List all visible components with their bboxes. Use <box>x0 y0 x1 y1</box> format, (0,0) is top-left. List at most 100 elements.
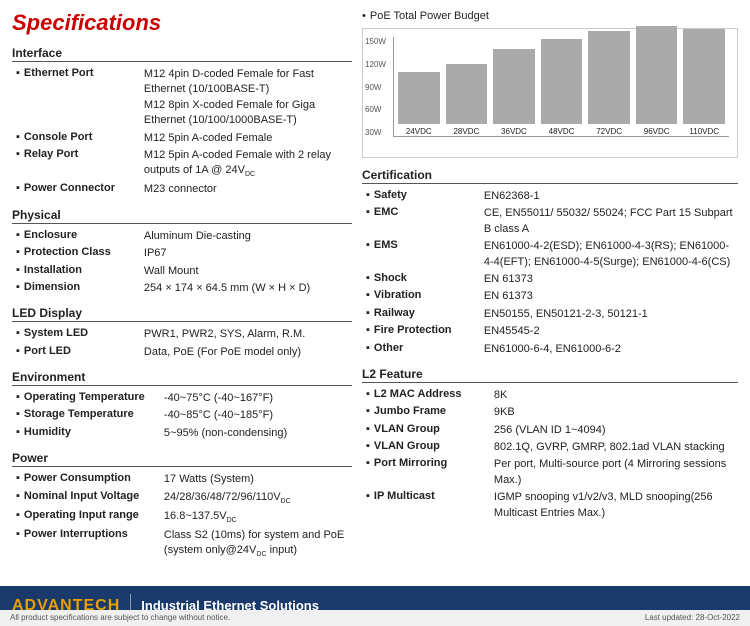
bullet-icon: ▪ <box>16 67 20 79</box>
certification-header: Certification <box>362 168 738 184</box>
bullet-icon: ▪ <box>366 239 370 251</box>
bullet-icon: ▪ <box>366 423 370 435</box>
dimension-row: ▪ Dimension 254 × 174 × 64.5 mm (W × H ×… <box>12 281 352 296</box>
bar-96vdc-label: 96VDC <box>644 127 670 136</box>
bullet-icon: ▪ <box>366 272 370 284</box>
chart-title: PoE Total Power Budget <box>362 10 738 22</box>
bar-36vdc-label: 36VDC <box>501 127 527 136</box>
bullet-icon: ▪ <box>16 264 20 276</box>
bar-24vdc: 24VDC <box>398 72 440 136</box>
bullet-icon: ▪ <box>16 472 20 484</box>
bar-28vdc-label: 28VDC <box>453 127 479 136</box>
port-mirroring-row: ▪ Port Mirroring Per port, Multi-source … <box>362 457 738 488</box>
ems-label: EMS <box>374 239 484 251</box>
console-port-row: ▪ Console Port M12 5pin A-coded Female <box>12 131 352 146</box>
storage-temp-label: Storage Temperature <box>24 408 164 420</box>
power-consumption-row: ▪ Power Consumption 17 Watts (System) <box>12 472 352 487</box>
port-led-row: ▪ Port LED Data, PoE (For PoE model only… <box>12 345 352 360</box>
railway-label: Railway <box>374 307 484 319</box>
bullet-icon: ▪ <box>16 391 20 403</box>
led-section: LED Display ▪ System LED PWR1, PWR2, SYS… <box>12 306 352 360</box>
bullet-icon: ▪ <box>16 281 20 293</box>
bullet-icon: ▪ <box>366 405 370 417</box>
operating-temp-label: Operating Temperature <box>24 391 164 403</box>
bullet-icon: ▪ <box>366 189 370 201</box>
humidity-row: ▪ Humidity 5~95% (non-condensing) <box>12 426 352 441</box>
bar-28vdc: 28VDC <box>446 64 488 136</box>
page-title: Specifications <box>12 10 352 36</box>
bullet-icon: ▪ <box>16 490 20 502</box>
enclosure-label: Enclosure <box>24 229 144 241</box>
humidity-value: 5~95% (non-condensing) <box>164 426 352 441</box>
bar-36vdc-rect <box>493 49 535 124</box>
interface-header: Interface <box>12 46 352 62</box>
port-led-label: Port LED <box>24 345 144 357</box>
certification-section: Certification ▪ Safety EN62368-1 ▪ EMC C… <box>362 168 738 357</box>
bar-110vdc-label: 110VDC <box>689 127 719 136</box>
bullet-icon: ▪ <box>16 528 20 540</box>
bar-48vdc-rect <box>541 39 583 124</box>
operating-temp-value: -40~75°C (-40~167°F) <box>164 391 352 406</box>
bullet-icon: ▪ <box>366 490 370 502</box>
environment-header: Environment <box>12 370 352 386</box>
shock-value: EN 61373 <box>484 272 738 287</box>
bar-110vdc: 110VDC <box>683 29 725 136</box>
environment-section: Environment ▪ Operating Temperature -40~… <box>12 370 352 441</box>
right-column: PoE Total Power Budget 30W 60W 90W 120W … <box>362 10 738 566</box>
humidity-label: Humidity <box>24 426 164 438</box>
installation-row: ▪ Installation Wall Mount <box>12 264 352 279</box>
port-led-value: Data, PoE (For PoE model only) <box>144 345 352 360</box>
power-consumption-value: 17 Watts (System) <box>164 472 352 487</box>
fire-protection-label: Fire Protection <box>374 324 484 336</box>
interface-section: Interface ▪ Ethernet Port M12 4pin D-cod… <box>12 46 352 198</box>
relay-port-value: M12 5pin A-coded Female with 2 relay out… <box>144 148 352 180</box>
system-led-label: System LED <box>24 327 144 339</box>
system-led-row: ▪ System LED PWR1, PWR2, SYS, Alarm, R.M… <box>12 327 352 342</box>
physical-header: Physical <box>12 208 352 224</box>
bullet-icon: ▪ <box>16 131 20 143</box>
storage-temp-row: ▪ Storage Temperature -40~85°C (-40~185°… <box>12 408 352 423</box>
bar-72vdc-label: 72VDC <box>596 127 622 136</box>
jumbo-frame-label: Jumbo Frame <box>374 405 494 417</box>
bar-72vdc-rect <box>588 31 630 124</box>
bar-72vdc: 72VDC <box>588 31 630 136</box>
l2-feature-section: L2 Feature ▪ L2 MAC Address 8K ▪ Jumbo F… <box>362 367 738 521</box>
chart-bars: 24VDC 28VDC 36VDC 48VDC <box>393 37 729 137</box>
safety-row: ▪ Safety EN62368-1 <box>362 189 738 204</box>
nominal-voltage-value: 24/28/36/48/72/96/110VDC <box>164 490 352 507</box>
power-connector-label: Power Connector <box>24 182 144 194</box>
relay-port-row: ▪ Relay Port M12 5pin A-coded Female wit… <box>12 148 352 180</box>
console-port-label: Console Port <box>24 131 144 143</box>
bullet-icon: ▪ <box>366 388 370 400</box>
y-label-60: 60W <box>365 105 386 114</box>
power-connector-row: ▪ Power Connector M23 connector <box>12 182 352 197</box>
bullet-icon: ▪ <box>16 148 20 160</box>
other-cert-row: ▪ Other EN61000-6-4, EN61000-6-2 <box>362 342 738 357</box>
other-cert-value: EN61000-6-4, EN61000-6-2 <box>484 342 738 357</box>
y-label-150: 150W <box>365 37 386 46</box>
safety-value: EN62368-1 <box>484 189 738 204</box>
bullet-icon: ▪ <box>16 229 20 241</box>
enclosure-row: ▪ Enclosure Aluminum Die-casting <box>12 229 352 244</box>
bullet-icon: ▪ <box>16 327 20 339</box>
console-port-value: M12 5pin A-coded Female <box>144 131 352 146</box>
y-label-90: 90W <box>365 83 386 92</box>
bullet-icon: ▪ <box>366 457 370 469</box>
bullet-icon: ▪ <box>16 345 20 357</box>
power-header: Power <box>12 451 352 467</box>
y-label-120: 120W <box>365 60 386 69</box>
fire-protection-value: EN45545-2 <box>484 324 738 339</box>
nominal-voltage-row: ▪ Nominal Input Voltage 24/28/36/48/72/9… <box>12 490 352 507</box>
ip-multicast-value: IGMP snooping v1/v2/v3, MLD snooping(256… <box>494 490 738 521</box>
vlan-group2-label: VLAN Group <box>374 440 494 452</box>
bar-96vdc-rect <box>636 26 678 124</box>
power-consumption-label: Power Consumption <box>24 472 164 484</box>
bullet-icon: ▪ <box>16 509 20 521</box>
y-label-30: 30W <box>365 128 386 137</box>
bullet-icon: ▪ <box>366 324 370 336</box>
bar-110vdc-rect <box>683 29 725 124</box>
vlan-group2-value: 802.1Q, GVRP, GMRP, 802.1ad VLAN stackin… <box>494 440 738 455</box>
ip-multicast-label: IP Multicast <box>374 490 494 502</box>
power-interruptions-value: Class S2 (10ms) for system and PoE (syst… <box>164 528 352 560</box>
footer-note-left: All product specifications are subject t… <box>10 613 230 622</box>
